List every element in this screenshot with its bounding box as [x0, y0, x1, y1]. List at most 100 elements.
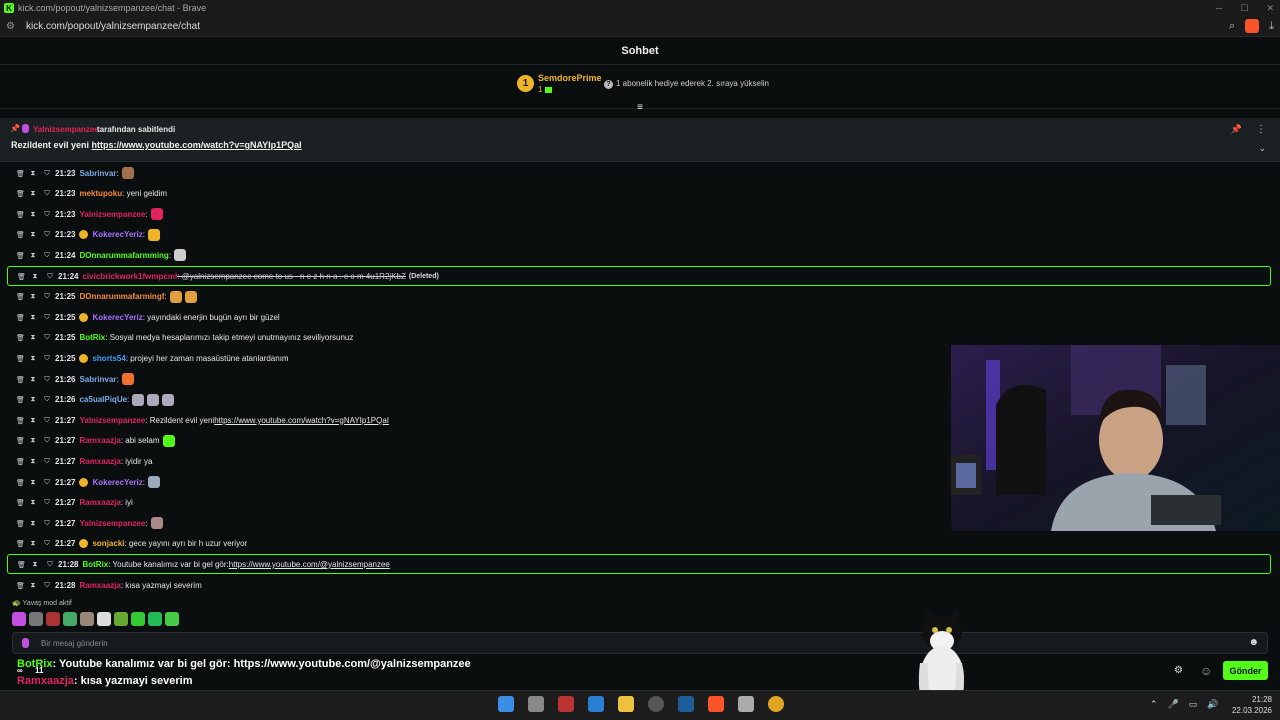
ban-icon[interactable]: ⛉	[44, 479, 50, 486]
timeout-icon[interactable]: ⧗	[30, 170, 36, 177]
ban-icon[interactable]: ⛉	[44, 252, 50, 259]
message-username[interactable]: Ramxaazja	[79, 457, 120, 466]
message-username[interactable]: DOnnarummafarmming	[79, 251, 168, 260]
delete-icon[interactable]: 🗑	[16, 355, 25, 363]
ban-icon[interactable]: ⛉	[47, 273, 53, 280]
ban-icon[interactable]: ⛉	[44, 540, 50, 547]
brave-shields-icon[interactable]	[1245, 19, 1260, 33]
delete-icon[interactable]: 🗑	[17, 273, 26, 281]
pinned-by-user[interactable]: Yalnizsempanzee	[33, 125, 99, 134]
delete-icon[interactable]: 🗑	[16, 231, 25, 239]
quick-emote[interactable]	[63, 612, 77, 626]
message-username[interactable]: civicbrickwork1fwmpcml	[82, 272, 177, 281]
message-username[interactable]: KokerecYeriz	[92, 313, 142, 322]
site-settings-icon[interactable]: ⚙	[6, 21, 20, 32]
ban-icon[interactable]: ⛉	[44, 231, 50, 238]
chat-message[interactable]: 🗑 ⧗ ⛉ 21:28 BotRix: Youtube kanalımız var bi…	[7, 554, 1271, 575]
ban-icon[interactable]: ⛉	[44, 417, 50, 424]
timeout-icon[interactable]: ⧗	[30, 396, 36, 403]
timeout-icon[interactable]: ⧗	[32, 561, 38, 568]
message-username[interactable]: DOnnarummafarmingf	[79, 292, 164, 301]
more-options-icon[interactable]: ⋮	[1256, 124, 1266, 135]
emoji-icon[interactable]: ☻	[1248, 637, 1259, 648]
message-username[interactable]: Yalnizsempanzee	[79, 416, 145, 425]
network-icon[interactable]: ▭	[1189, 699, 1198, 710]
message-username[interactable]: Yalnizsempanzee	[79, 519, 145, 528]
chat-message[interactable]: 🗑 ⧗ ⛉ 21:27 sonjacki: gece yayını ayrı bir h…	[0, 534, 1280, 554]
url-text[interactable]: kick.com/popout/yalnizsempanzee/chat	[26, 21, 200, 32]
message-username[interactable]: Ramxaazja	[79, 581, 120, 590]
message-username[interactable]: ca5ualPiqUe	[79, 395, 127, 404]
ban-icon[interactable]: ⛉	[44, 396, 50, 403]
chat-message[interactable]: 🗑 ⧗ ⛉ 21:24 civicbrickwork1fwmpcml: @yalnizs…	[7, 266, 1271, 286]
windows-start-icon[interactable]	[498, 696, 514, 712]
pinned-link[interactable]: https://www.youtube.com/watch?v=gNAYIp1P…	[92, 140, 302, 150]
timeout-icon[interactable]: ⧗	[30, 499, 36, 506]
quick-emote[interactable]	[29, 612, 43, 626]
delete-icon[interactable]: 🗑	[16, 458, 25, 466]
unpin-icon[interactable]: 📌	[1231, 124, 1242, 135]
top-gifter-name[interactable]: SemdorePrime	[538, 73, 602, 83]
zoom-icon[interactable]: ⌕	[1229, 20, 1235, 33]
message-link[interactable]: https://www.youtube.com/@yalnizsempanzee	[229, 560, 390, 569]
timeout-icon[interactable]: ⧗	[30, 293, 36, 300]
taskbar-clock[interactable]: 21:28 22.03.2026	[1232, 694, 1272, 716]
message-username[interactable]: KokerecYeriz	[92, 230, 142, 239]
delete-icon[interactable]: 🗑	[16, 170, 25, 178]
task-view-icon[interactable]	[528, 696, 544, 712]
microphone-icon[interactable]: 🎤	[1168, 699, 1179, 710]
message-username[interactable]: Ramxaazja	[79, 498, 120, 507]
obs-icon[interactable]	[648, 696, 664, 712]
brave-icon[interactable]	[708, 696, 724, 712]
message-input[interactable]	[41, 636, 1241, 650]
quick-emote[interactable]	[46, 612, 60, 626]
download-icon[interactable]: ⤓	[1269, 20, 1274, 33]
chat-message[interactable]: 🗑 ⧗ ⛉ 21:28 Ramxaazja: kısa yazmayi severim	[0, 575, 1280, 595]
message-username[interactable]: shorts54	[92, 354, 125, 363]
timeout-icon[interactable]: ⧗	[30, 334, 36, 341]
chat-message[interactable]: 🗑 ⧗ ⛉ 21:25 KokerecYeriz: yayındaki enerjin …	[0, 307, 1280, 327]
chat-message[interactable]: 🗑 ⧗ ⛉ 21:25 DOnnarummafarmingf:	[0, 287, 1280, 307]
message-username[interactable]: BotRix	[82, 560, 108, 569]
delete-icon[interactable]: 🗑	[16, 252, 25, 260]
timeout-icon[interactable]: ⧗	[30, 231, 36, 238]
delete-icon[interactable]: 🗑	[16, 520, 25, 528]
snipping-tool-icon[interactable]	[558, 696, 574, 712]
ban-icon[interactable]: ⛉	[44, 582, 50, 589]
delete-icon[interactable]: 🗑	[16, 437, 25, 445]
chevron-up-icon[interactable]: ⌃	[1150, 699, 1158, 710]
timeout-icon[interactable]: ⧗	[30, 417, 36, 424]
ban-icon[interactable]: ⛉	[44, 211, 50, 218]
message-link[interactable]: https://www.youtube.com/watch?v=gNAYIp1P…	[214, 416, 389, 425]
delete-icon[interactable]: 🗑	[16, 582, 25, 590]
timeout-icon[interactable]: ⧗	[30, 437, 36, 444]
chat-message[interactable]: 🗑 ⧗ ⛉ 21:23 Sabrinvar:	[0, 163, 1280, 183]
send-button[interactable]: Gönder	[1223, 661, 1268, 680]
chat-message[interactable]: 🗑 ⧗ ⛉ 21:23 mektupoku: yeni geldim	[0, 184, 1280, 204]
delete-icon[interactable]: 🗑	[16, 376, 25, 384]
timeout-icon[interactable]: ⧗	[30, 190, 36, 197]
ban-icon[interactable]: ⛉	[44, 520, 50, 527]
delete-icon[interactable]: 🗑	[16, 417, 25, 425]
delete-icon[interactable]: 🗑	[17, 561, 26, 569]
timeout-icon[interactable]: ⧗	[30, 314, 36, 321]
timeout-icon[interactable]: ⧗	[30, 520, 36, 527]
timeout-icon[interactable]: ⧗	[30, 252, 36, 259]
close-icon[interactable]: ✕	[1266, 3, 1274, 14]
timeout-icon[interactable]: ⧗	[30, 479, 36, 486]
delete-icon[interactable]: 🗑	[16, 334, 25, 342]
timeout-icon[interactable]: ⧗	[30, 355, 36, 362]
address-bar[interactable]: ⚙ kick.com/popout/yalnizsempanzee/chat ⌕…	[0, 16, 1280, 37]
message-username[interactable]: Sabrinvar	[79, 375, 116, 384]
ban-icon[interactable]: ⛉	[47, 561, 53, 568]
quick-emote[interactable]	[114, 612, 128, 626]
quick-emote[interactable]	[165, 612, 179, 626]
timeout-icon[interactable]: ⧗	[30, 211, 36, 218]
message-username[interactable]: Sabrinvar	[79, 169, 116, 178]
timeout-icon[interactable]: ⧗	[32, 273, 38, 280]
minimize-icon[interactable]: ─	[1216, 3, 1222, 13]
chat-message[interactable]: 🗑 ⧗ ⛉ 21:23 Yalnizsempanzee:	[0, 204, 1280, 224]
chat-message[interactable]: 🗑 ⧗ ⛉ 21:24 DOnnarummafarmming:	[0, 245, 1280, 265]
ban-icon[interactable]: ⛉	[44, 170, 50, 177]
file-explorer-icon[interactable]	[618, 696, 634, 712]
